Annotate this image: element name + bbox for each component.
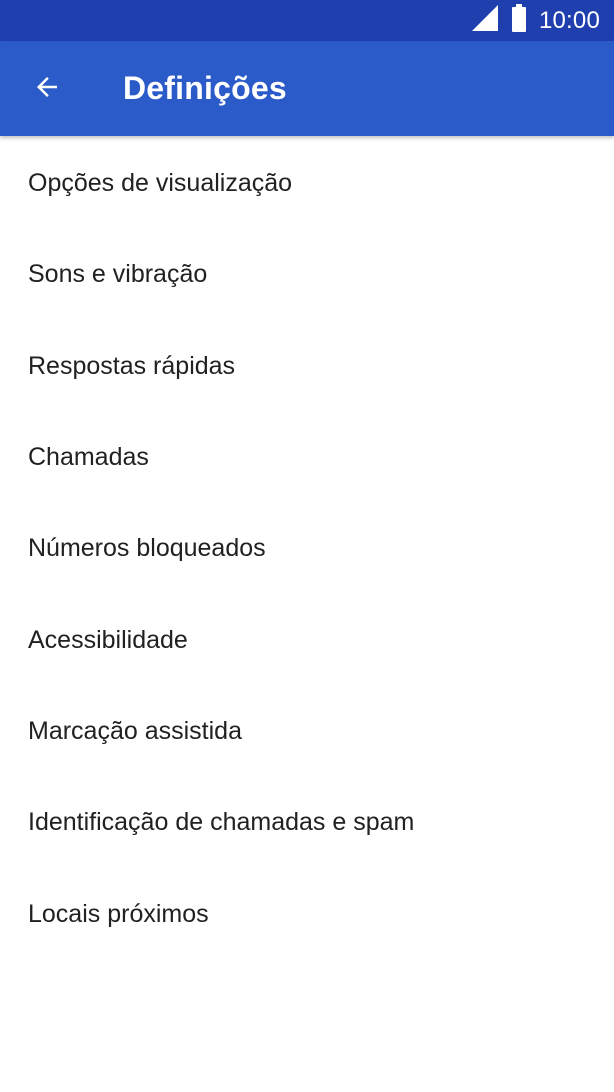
settings-list: Opções de visualização Sons e vibração R…: [0, 138, 614, 960]
settings-item-nearby-places[interactable]: Locais próximos: [0, 868, 614, 959]
settings-item-label: Respostas rápidas: [28, 351, 236, 380]
arrow-back-icon: [32, 72, 62, 107]
settings-item-label: Opções de visualização: [28, 169, 293, 198]
settings-item-label: Marcação assistida: [28, 716, 242, 745]
page-title: Definições: [123, 70, 287, 106]
status-time: 10:00: [538, 7, 600, 34]
app-bar: Definições: [0, 41, 614, 136]
settings-item-assisted-dialing[interactable]: Marcação assistida: [0, 686, 614, 777]
settings-item-accessibility[interactable]: Acessibilidade: [0, 594, 614, 685]
settings-item-calls[interactable]: Chamadas: [0, 412, 614, 503]
back-button[interactable]: [22, 64, 72, 114]
status-icons: 10:00: [471, 0, 600, 41]
settings-item-blocked-numbers[interactable]: Números bloqueados: [0, 503, 614, 594]
settings-item-label: Números bloqueados: [28, 534, 266, 563]
status-bar: 10:00: [0, 0, 614, 41]
battery-icon: [511, 4, 527, 37]
settings-item-sounds-vibration[interactable]: Sons e vibração: [0, 229, 614, 320]
settings-item-display-options[interactable]: Opções de visualização: [0, 138, 614, 229]
signal-icon: [471, 4, 499, 37]
settings-item-quick-responses[interactable]: Respostas rápidas: [0, 321, 614, 412]
settings-item-label: Chamadas: [28, 443, 149, 472]
settings-item-caller-id-spam[interactable]: Identificação de chamadas e spam: [0, 777, 614, 868]
settings-item-label: Identificação de chamadas e spam: [28, 808, 415, 837]
settings-item-label: Locais próximos: [28, 899, 209, 928]
settings-item-label: Acessibilidade: [28, 625, 188, 654]
settings-item-label: Sons e vibração: [28, 260, 208, 289]
